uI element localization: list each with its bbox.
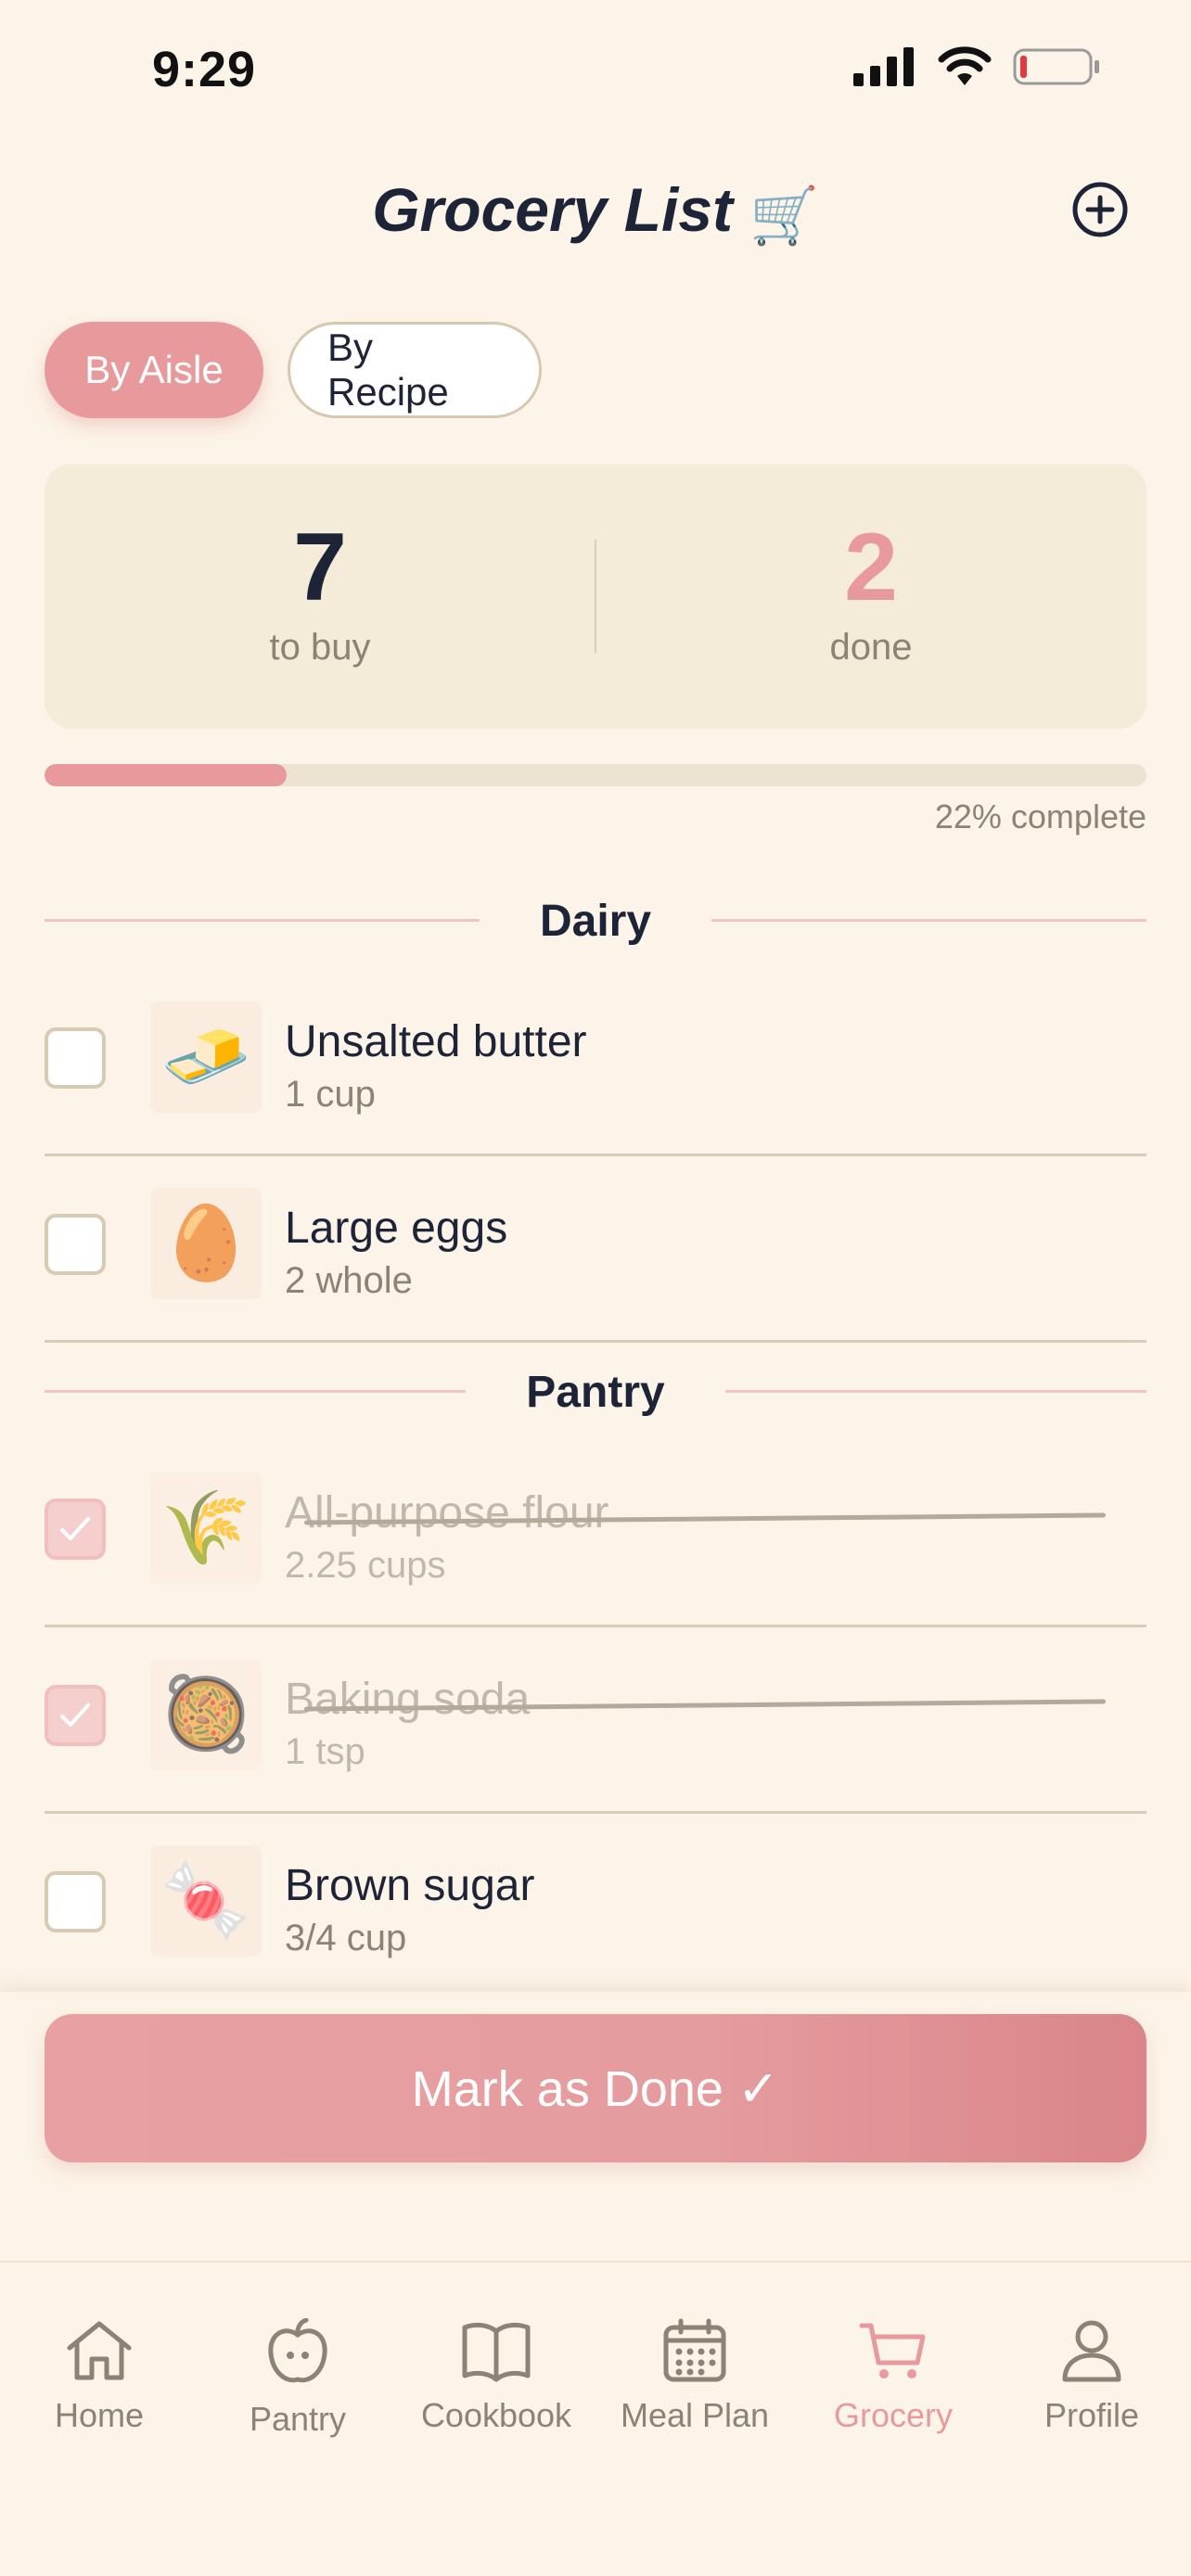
done-count: 2 xyxy=(844,514,898,621)
header: Grocery List 🛒 xyxy=(0,167,1191,250)
item-name: Brown sugar xyxy=(285,1861,535,1910)
tab-cookbook[interactable]: Cookbook xyxy=(397,2318,596,2435)
item-quantity: 2 whole xyxy=(285,1260,413,1301)
section-header: Pantry xyxy=(0,1343,1191,1441)
grocery-item[interactable]: 🧈 Unsalted butter 1 cup xyxy=(45,970,1146,1156)
to-buy-stat: 7 to buy xyxy=(45,514,596,669)
person-icon xyxy=(1062,2320,1121,2382)
tab-grocery[interactable]: Grocery xyxy=(794,2318,992,2435)
apple-icon xyxy=(268,2318,327,2383)
mark-as-done-button[interactable]: Mark as Done ✓ xyxy=(45,2014,1146,2162)
status-icons xyxy=(853,46,1102,87)
tab-grocery-label: Grocery xyxy=(833,2396,954,2434)
cart-emoji-icon: 🛒 xyxy=(749,185,819,247)
checkbox[interactable] xyxy=(45,1027,106,1089)
battery-low-icon xyxy=(1013,48,1099,85)
item-quantity: 1 cup xyxy=(285,1074,376,1115)
tab-bar: Home Pantry Cookbook Meal Plan Grocery P… xyxy=(0,2261,1191,2576)
grocery-item[interactable]: 🥚 Large eggs 2 whole xyxy=(45,1156,1146,1343)
by-recipe-tab[interactable]: By Recipe xyxy=(288,322,542,418)
checked-checkbox[interactable] xyxy=(45,1685,106,1746)
progress-bar xyxy=(45,764,1146,786)
strikethrough-line xyxy=(304,1512,1106,1525)
tab-home-label: Home xyxy=(54,2396,145,2434)
tab-profile[interactable]: Profile xyxy=(992,2318,1191,2435)
item-name: Unsalted butter xyxy=(285,1017,587,1066)
item-quantity: 2.25 cups xyxy=(285,1545,446,1586)
bottom-action-panel: Mark as Done ✓ xyxy=(0,1992,1191,2261)
progress-label: 22% complete xyxy=(934,797,1146,835)
tab-pantry-label: Pantry xyxy=(249,2400,347,2438)
status-bar: 9:29 xyxy=(0,0,1191,139)
tab-meal-plan[interactable]: Meal Plan xyxy=(596,2318,794,2435)
view-toggle: By Aisle By Recipe xyxy=(45,322,542,418)
item-thumbnail-icon: 🌾 xyxy=(150,1473,262,1584)
summary-card: 7 to buy 2 done xyxy=(45,464,1146,729)
title-wrap: Grocery List 🛒 xyxy=(0,174,1191,249)
grocery-item[interactable]: 🥘 Baking soda 1 tsp xyxy=(45,1627,1146,1814)
item-thumbnail-icon: 🥚 xyxy=(150,1188,262,1299)
tab-profile-label: Profile xyxy=(1044,2396,1140,2434)
section-title: Pantry xyxy=(526,1368,665,1417)
by-aisle-tab[interactable]: By Aisle xyxy=(45,322,263,418)
tab-cookbook-label: Cookbook xyxy=(420,2396,572,2434)
add-item-button[interactable] xyxy=(1070,180,1130,239)
grocery-item[interactable]: 🌾 All-purpose flour 2.25 cups xyxy=(45,1441,1146,1627)
grocery-list: Dairy 🧈 Unsalted butter 1 cup 🥚 Large eggs 2 w… xyxy=(0,872,1191,1992)
check-icon xyxy=(60,1517,90,1540)
to-buy-count: 7 xyxy=(293,514,347,621)
tab-home[interactable]: Home xyxy=(0,2318,198,2435)
signal-icon xyxy=(853,47,914,86)
cart-icon xyxy=(859,2323,926,2378)
item-quantity: 1 tsp xyxy=(285,1731,365,1772)
checkbox[interactable] xyxy=(45,1214,106,1275)
section-title: Dairy xyxy=(539,897,652,946)
calendar-icon xyxy=(663,2318,726,2382)
wifi-icon xyxy=(938,46,992,85)
progress-fill xyxy=(45,764,288,786)
done-stat: 2 done xyxy=(596,514,1146,669)
tab-pantry[interactable]: Pantry xyxy=(198,2318,397,2439)
item-name: Large eggs xyxy=(285,1204,508,1253)
done-label: done xyxy=(829,627,913,668)
item-thumbnail-icon: 🍬 xyxy=(150,1845,262,1957)
home-icon xyxy=(67,2321,132,2380)
to-buy-label: to buy xyxy=(269,627,371,668)
check-icon xyxy=(60,1703,90,1727)
item-thumbnail-icon: 🥘 xyxy=(150,1659,262,1770)
strikethrough-line xyxy=(304,1699,1106,1712)
checkbox[interactable] xyxy=(45,1871,106,1932)
book-icon xyxy=(462,2322,531,2382)
item-thumbnail-icon: 🧈 xyxy=(150,1001,262,1113)
checked-checkbox[interactable] xyxy=(45,1498,106,1560)
page-title: Grocery List xyxy=(372,175,734,244)
tab-meal-plan-label: Meal Plan xyxy=(620,2396,770,2434)
grocery-item[interactable]: 🍬 Brown sugar 3/4 cup xyxy=(45,1814,1146,1992)
section-header: Dairy xyxy=(0,872,1191,970)
status-time: 9:29 xyxy=(152,42,257,97)
item-quantity: 3/4 cup xyxy=(285,1918,407,1958)
